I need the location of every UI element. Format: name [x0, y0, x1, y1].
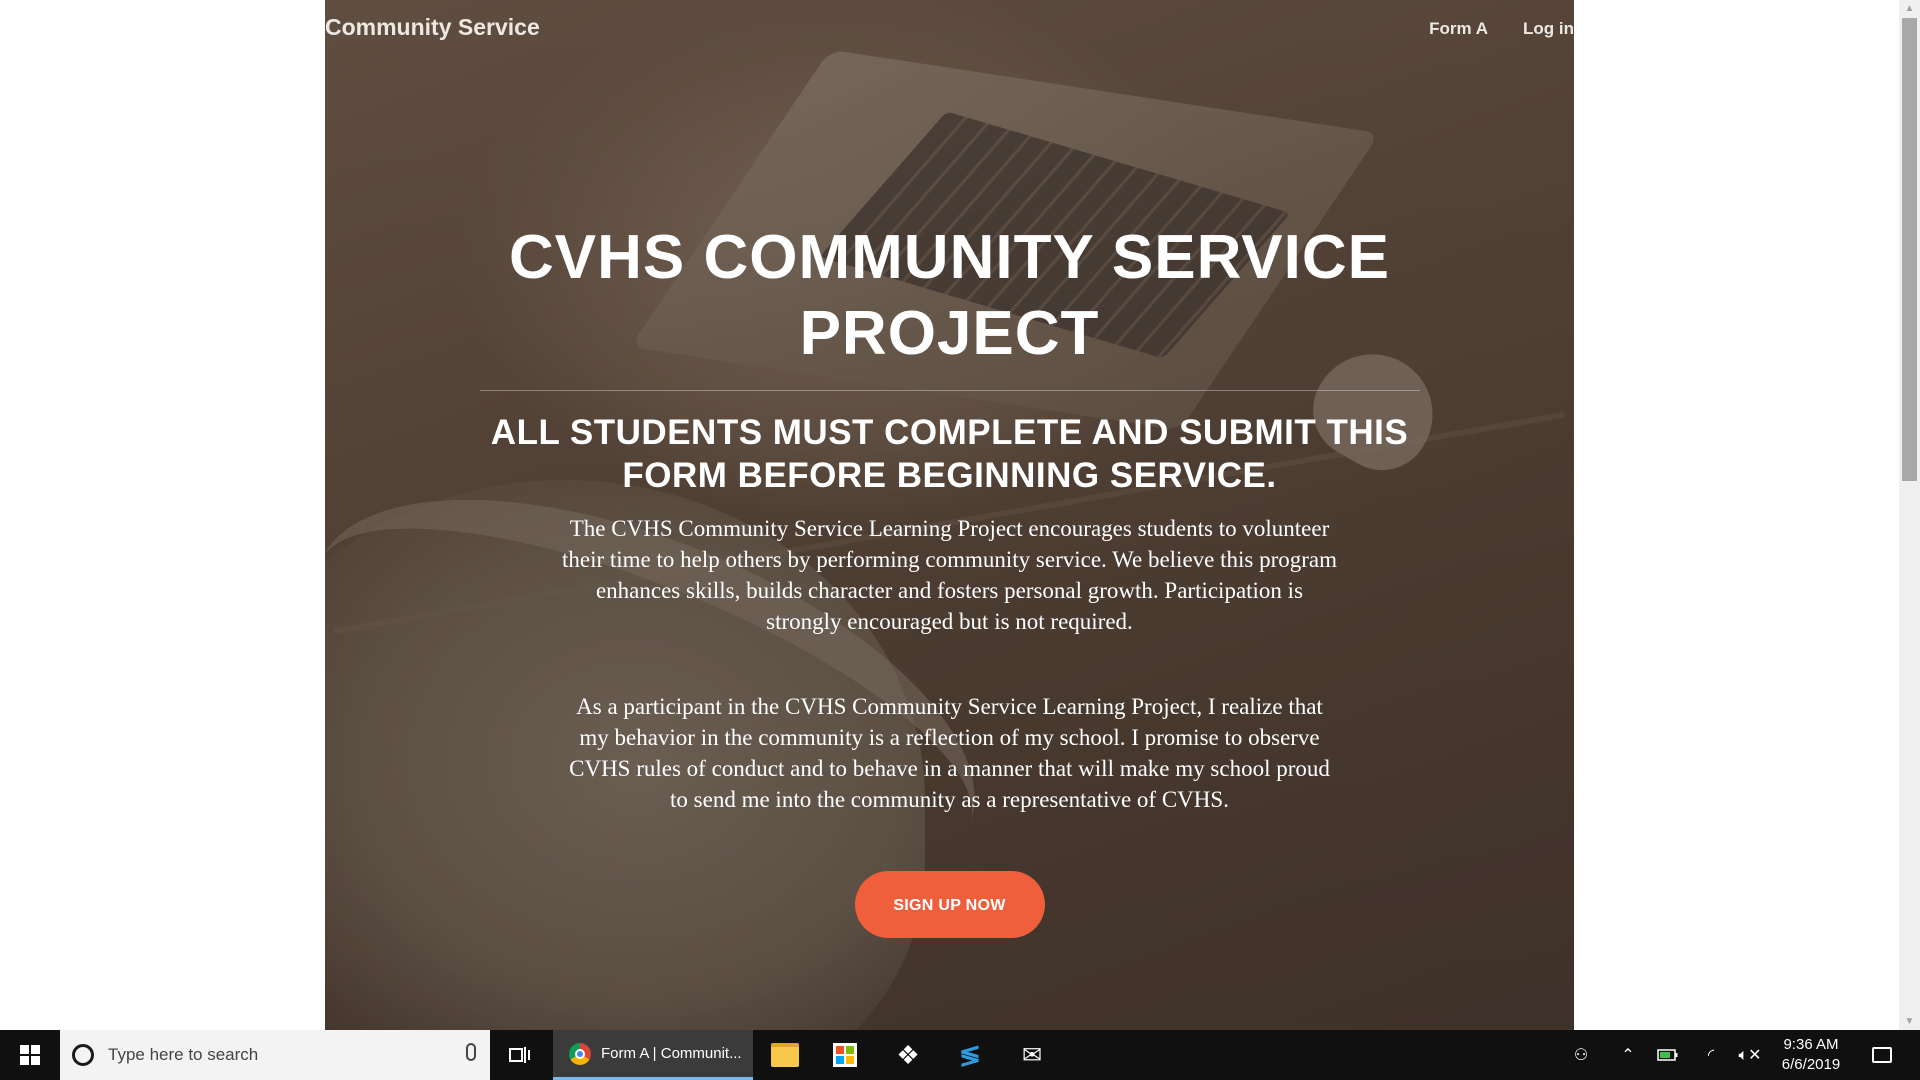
scroll-thumb[interactable] — [1902, 18, 1917, 481]
pledge-paragraph: As a participant in the CVHS Community S… — [569, 694, 1330, 812]
volume-button[interactable]: 🔈︎✕ — [1732, 1030, 1768, 1080]
dropbox-icon: ❖ — [896, 1039, 920, 1070]
clock-time: 9:36 AM — [1783, 1036, 1839, 1053]
nav-link-log-in[interactable]: Log in — [1523, 19, 1574, 39]
nav-link-form-a[interactable]: Form A — [1429, 19, 1488, 39]
microphone-icon[interactable] — [466, 1043, 476, 1061]
taskbar-chrome-window[interactable]: Form A | Communit... — [553, 1030, 753, 1080]
file-explorer-icon — [771, 1043, 799, 1067]
notification-icon — [1872, 1047, 1892, 1063]
title-divider — [479, 390, 1420, 391]
windows-taskbar: Type here to search Form A | Communit...… — [0, 1030, 1920, 1080]
task-view-button[interactable] — [492, 1030, 548, 1080]
windows-logo-icon — [20, 1045, 40, 1065]
sign-up-button[interactable]: SIGN UP NOW — [854, 871, 1045, 938]
scroll-up-arrow-icon[interactable]: ▲ — [1899, 0, 1920, 17]
chrome-icon — [569, 1042, 591, 1065]
intro-paragraph: The CVHS Community Service Learning Proj… — [561, 516, 1338, 634]
hero-section: Community Service Form A Log in CVHS COM… — [325, 0, 1574, 1030]
scroll-down-arrow-icon[interactable]: ▼ — [1899, 1013, 1920, 1030]
people-button[interactable]: ⚇ — [1563, 1030, 1599, 1080]
store-button[interactable] — [815, 1030, 875, 1080]
wifi-icon: ◜ — [1707, 1047, 1715, 1064]
cortana-icon — [72, 1044, 94, 1066]
brand-link[interactable]: Community Service — [325, 14, 540, 41]
people-icon: ⚇ — [1573, 1047, 1589, 1064]
file-explorer-button[interactable] — [755, 1030, 815, 1080]
store-icon — [833, 1043, 857, 1067]
nav-links: Form A Log in — [1429, 19, 1574, 39]
page-title: CVHS COMMUNITY SERVICE PROJECT — [509, 223, 1390, 368]
taskbar-clock[interactable]: 9:36 AM 6/6/2019 — [1770, 1030, 1852, 1080]
mail-button[interactable]: ✉ — [1002, 1030, 1062, 1080]
visual-studio-icon: ≶ — [959, 1039, 981, 1070]
clock-date: 6/6/2019 — [1781, 1056, 1841, 1073]
task-view-icon — [509, 1047, 530, 1063]
browser-viewport: Community Service Form A Log in CVHS COM… — [0, 0, 1899, 1030]
search-placeholder: Type here to search — [108, 1045, 259, 1064]
network-button[interactable]: ◜ — [1693, 1030, 1729, 1080]
action-center-button[interactable] — [1862, 1030, 1902, 1080]
page-scrollbar[interactable]: ▲ ▼ — [1899, 0, 1920, 1030]
visual-studio-button[interactable]: ≶ — [940, 1030, 1000, 1080]
start-button[interactable] — [0, 1030, 60, 1080]
show-hidden-icons-button[interactable]: ⌃ — [1613, 1030, 1643, 1080]
chevron-up-icon: ⌃ — [1621, 1047, 1635, 1064]
dropbox-button[interactable]: ❖ — [878, 1030, 938, 1080]
navbar: Community Service Form A Log in — [325, 0, 1574, 62]
hero-content: CVHS COMMUNITY SERVICE PROJECT ALL STUDE… — [325, 220, 1574, 938]
taskbar-search-box[interactable]: Type here to search — [60, 1030, 490, 1080]
battery-icon — [1657, 1049, 1678, 1061]
volume-muted-icon: 🔈︎✕ — [1738, 1047, 1762, 1064]
mail-icon: ✉ — [1021, 1041, 1043, 1069]
chrome-window-label: Form A | Communit... — [601, 1045, 742, 1062]
battery-button[interactable] — [1650, 1030, 1686, 1080]
page-subtitle: ALL STUDENTS MUST COMPLETE AND SUBMIT TH… — [490, 413, 1409, 495]
